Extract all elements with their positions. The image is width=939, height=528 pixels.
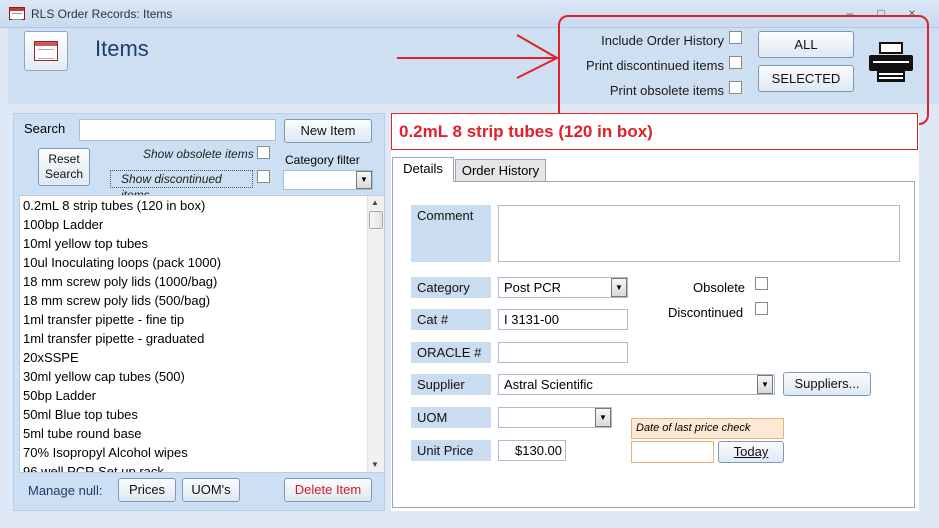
unit-price-label: Unit Price — [411, 440, 491, 461]
scroll-thumb[interactable] — [369, 211, 383, 229]
cat-no-label: Cat # — [411, 309, 491, 330]
item-title-box: 0.2mL 8 strip tubes (120 in box) — [391, 113, 918, 150]
tab-order-history[interactable]: Order History — [455, 159, 546, 181]
supplier-label: Supplier — [411, 374, 491, 395]
list-item[interactable]: 0.2mL 8 strip tubes (120 in box) — [20, 196, 384, 215]
reset-label-line1: Reset — [48, 152, 80, 166]
form-app-icon — [9, 7, 25, 20]
date-of-last-price-check-label: Date of last price check — [631, 418, 784, 439]
search-label: Search — [24, 121, 66, 136]
supplier-select[interactable]: Astral Scientific — [498, 374, 775, 395]
form-icon — [24, 31, 68, 71]
access-window: RLS Order Records: Items – □ × Items Inc… — [0, 0, 939, 528]
chevron-down-icon[interactable]: ▼ — [356, 171, 372, 189]
comment-label: Comment — [411, 205, 491, 262]
price-check-date-field[interactable] — [631, 441, 714, 463]
list-item[interactable]: 50ml Blue top tubes — [20, 405, 384, 424]
category-label: Category — [411, 277, 491, 298]
category-filter-label: Category filter — [285, 153, 360, 167]
discontinued-label: Discontinued — [668, 305, 744, 320]
obsolete-label: Obsolete — [693, 280, 746, 295]
list-item[interactable]: 30ml yellow cap tubes (500) — [20, 367, 384, 386]
annotation-arrow — [397, 34, 560, 79]
list-item[interactable]: 20xSSPE — [20, 348, 384, 367]
today-button[interactable]: Today — [718, 441, 784, 463]
list-item[interactable]: 10ul Inoculating loops (pack 1000) — [20, 253, 384, 272]
list-item[interactable]: 70% Isopropyl Alcohol wipes — [20, 443, 384, 462]
show-obsolete-label: Show obsolete items — [143, 147, 254, 161]
chevron-down-icon[interactable]: ▼ — [611, 278, 627, 297]
oracle-label: ORACLE # — [411, 342, 491, 363]
page-title: Items — [95, 36, 149, 61]
reset-label-line2: Search — [44, 167, 84, 181]
oracle-field[interactable] — [498, 342, 628, 363]
discontinued-checkbox[interactable] — [755, 302, 768, 315]
suppliers-button[interactable]: Suppliers... — [783, 372, 871, 396]
list-item[interactable]: 1ml transfer pipette - fine tip — [20, 310, 384, 329]
category-select[interactable]: Post PCR — [498, 277, 628, 298]
delete-item-button[interactable]: Delete Item — [284, 478, 372, 502]
tab-details[interactable]: Details — [392, 157, 454, 182]
uom-label: UOM — [411, 407, 491, 428]
new-item-button[interactable]: New Item — [284, 119, 372, 143]
show-discontinued-checkbox[interactable] — [257, 170, 270, 183]
chevron-down-icon[interactable]: ▼ — [757, 375, 773, 394]
list-scrollbar[interactable]: ▲ ▼ — [367, 196, 384, 472]
list-item[interactable]: 5ml tube round base — [20, 424, 384, 443]
show-discontinued-label: Show discontinued items — [110, 170, 253, 202]
scroll-up-icon[interactable]: ▲ — [371, 198, 379, 207]
list-item[interactable]: 18 mm screw poly lids (500/bag) — [20, 291, 384, 310]
list-item[interactable]: 18 mm screw poly lids (1000/bag) — [20, 272, 384, 291]
manage-null-label: Manage null: — [28, 483, 103, 498]
obsolete-checkbox[interactable] — [755, 277, 768, 290]
list-item[interactable]: 10ml yellow top tubes — [20, 234, 384, 253]
prices-button[interactable]: Prices — [118, 478, 176, 502]
search-input[interactable] — [79, 119, 276, 141]
list-item[interactable]: 1ml transfer pipette - graduated — [20, 329, 384, 348]
items-listbox[interactable]: 0.2mL 8 strip tubes (120 in box) 100bp L… — [19, 195, 385, 473]
comment-field[interactable] — [498, 205, 900, 262]
list-item[interactable]: 96 well PCR Set up rack — [20, 462, 384, 472]
scroll-down-icon[interactable]: ▼ — [371, 460, 379, 469]
reset-search-button[interactable]: Reset Search — [38, 148, 90, 186]
unit-price-field[interactable]: $130.00 — [498, 440, 566, 461]
item-title: 0.2mL 8 strip tubes (120 in box) — [399, 122, 653, 141]
annotation-highlight-box — [558, 15, 929, 125]
uoms-button[interactable]: UOM's — [182, 478, 240, 502]
window-title: RLS Order Records: Items — [31, 7, 173, 21]
list-item[interactable]: 50bp Ladder — [20, 386, 384, 405]
list-item[interactable]: 100bp Ladder — [20, 215, 384, 234]
cat-no-field[interactable]: I 3131-00 — [498, 309, 628, 330]
show-obsolete-checkbox[interactable] — [257, 146, 270, 159]
chevron-down-icon[interactable]: ▼ — [595, 408, 611, 427]
